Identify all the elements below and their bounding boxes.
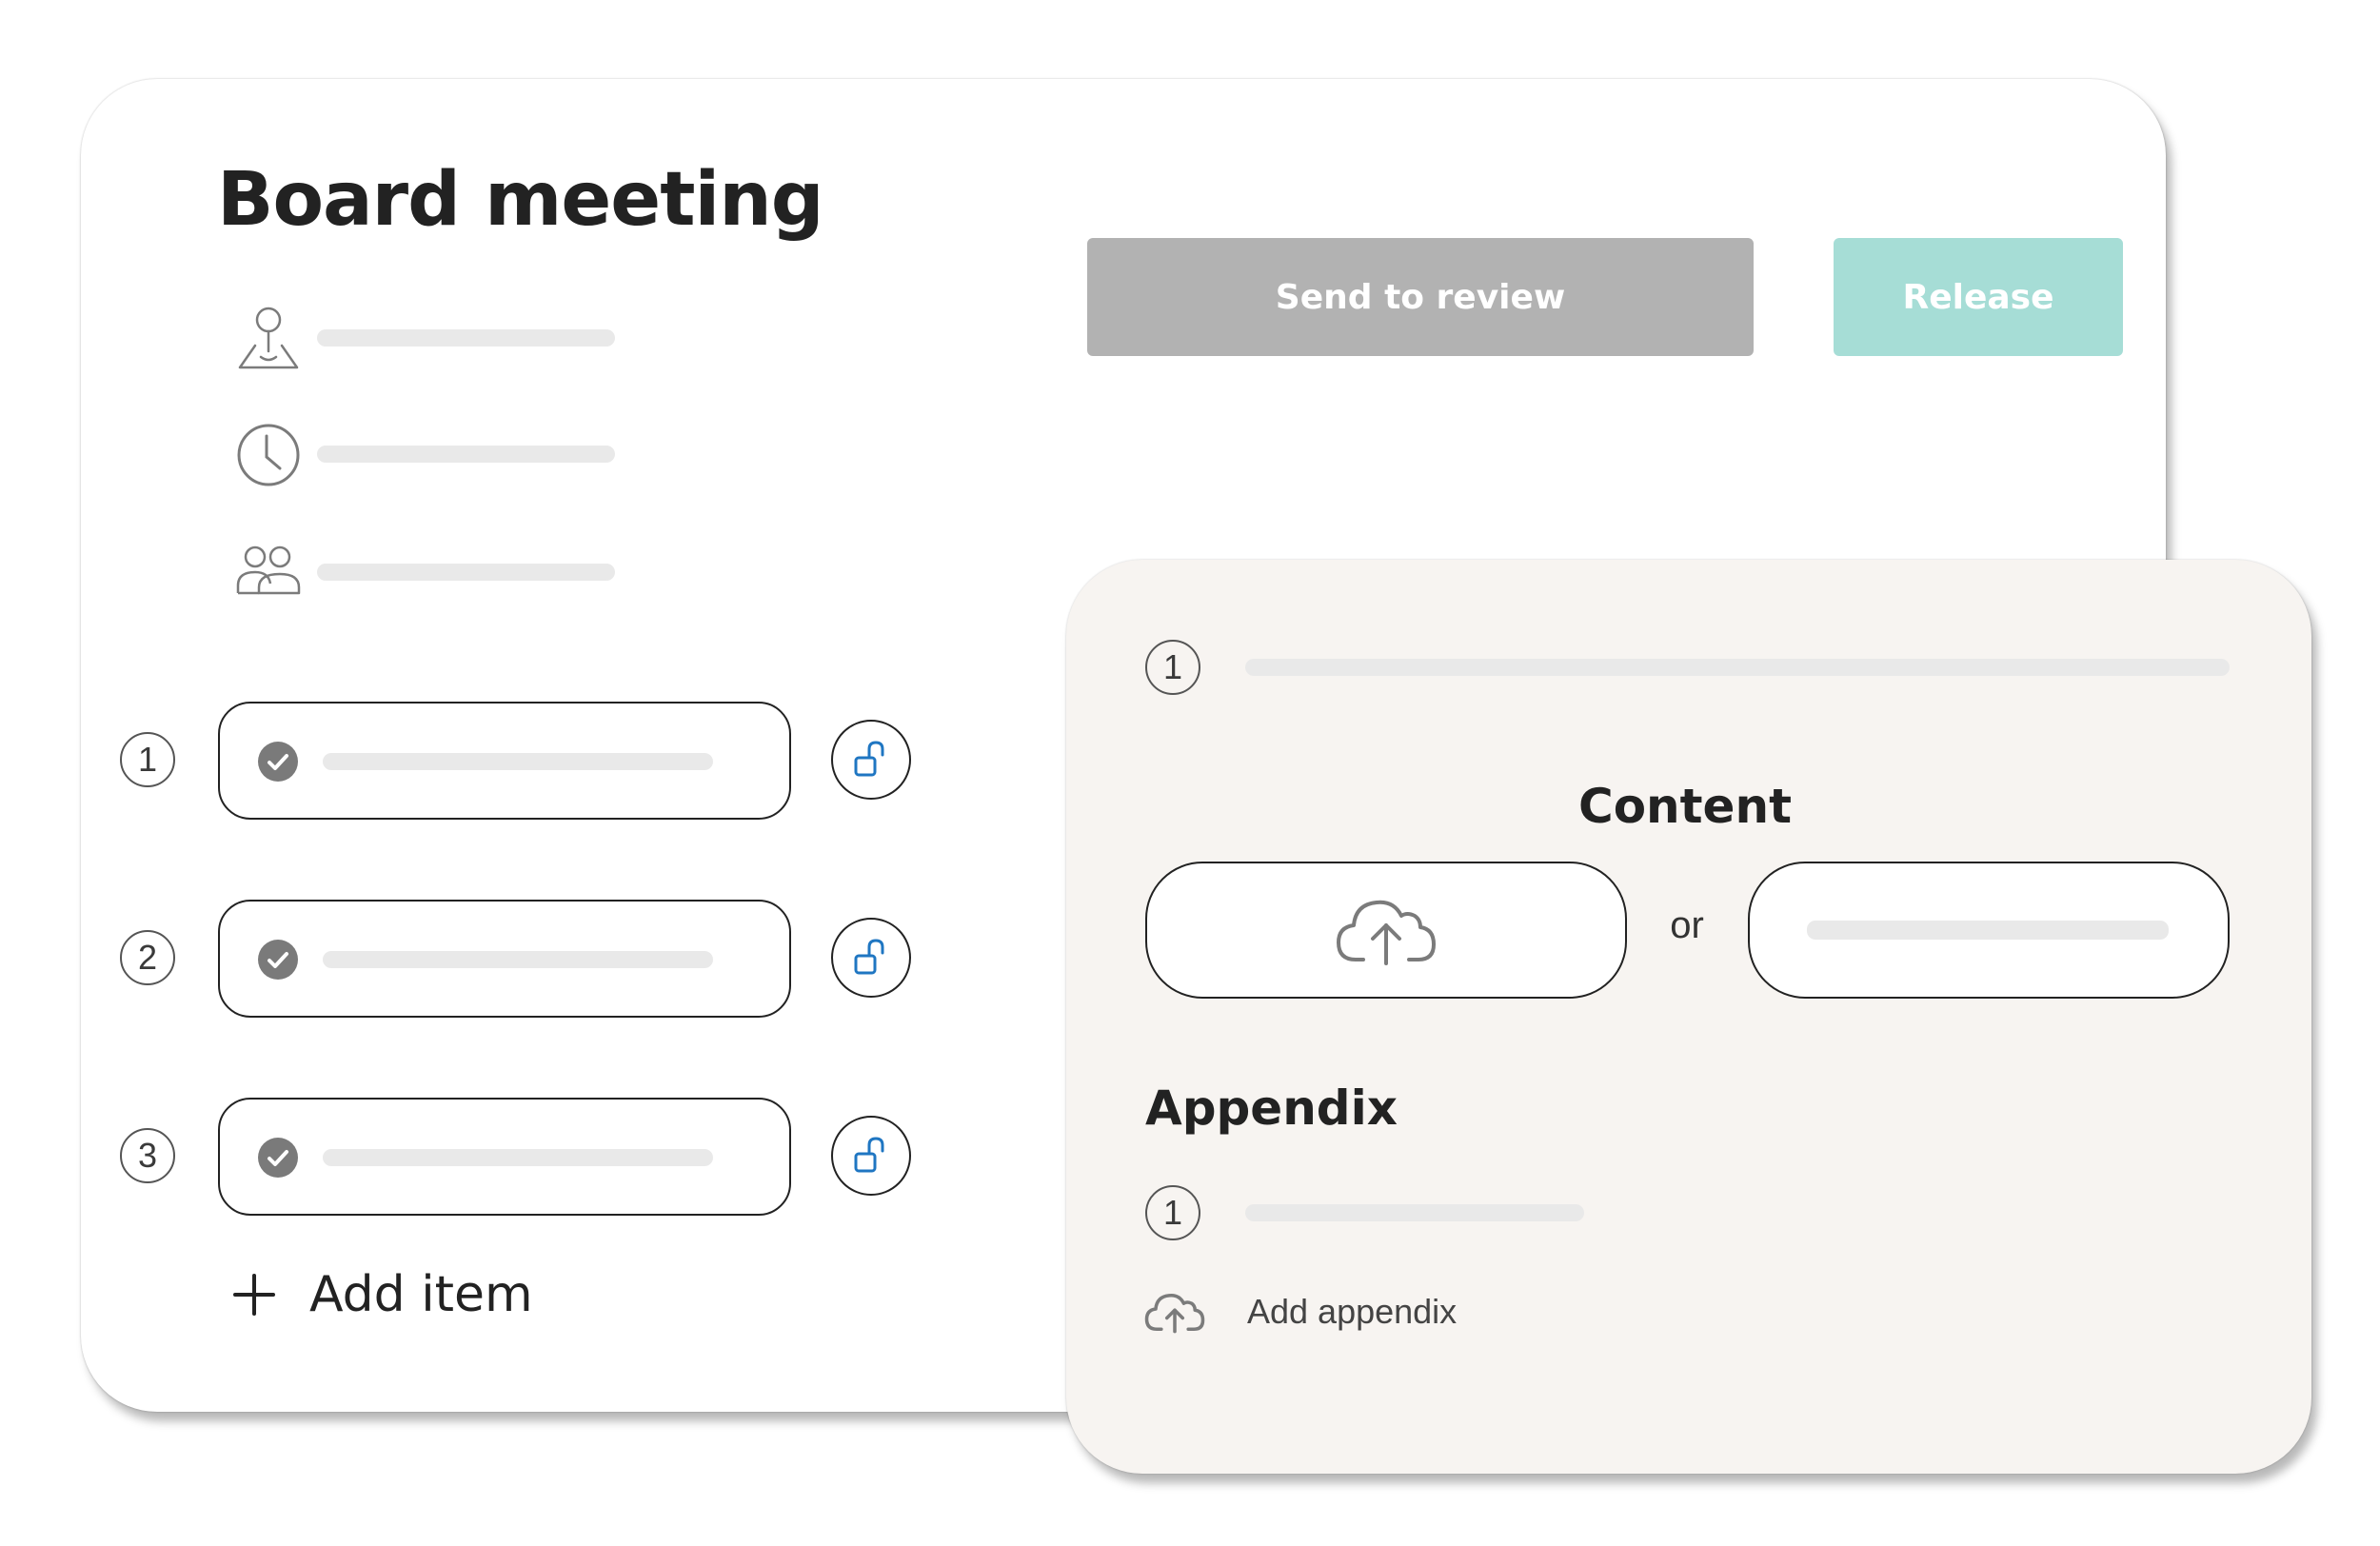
- content-link-input[interactable]: [1748, 862, 2230, 999]
- check-icon: [258, 940, 298, 980]
- add-appendix-label: Add appendix: [1247, 1292, 1458, 1331]
- agenda-item-placeholder: [323, 1149, 713, 1166]
- release-button[interactable]: Release: [1834, 238, 2123, 356]
- agenda-item-field[interactable]: [218, 1098, 791, 1216]
- detail-item-number: 1: [1145, 640, 1200, 695]
- appendix-item-number: 1: [1145, 1185, 1200, 1240]
- agenda-item-field[interactable]: [218, 900, 791, 1018]
- detail-item-title-placeholder: [1245, 659, 2230, 676]
- plus-icon: [233, 1274, 275, 1316]
- content-link-placeholder: [1807, 921, 2169, 940]
- unlock-icon: [854, 1137, 884, 1173]
- upload-content-button[interactable]: [1145, 862, 1627, 999]
- appendix-item-placeholder: [1245, 1204, 1584, 1221]
- content-heading: Content: [1578, 779, 1792, 834]
- page-title: Board meeting: [217, 157, 824, 243]
- time-placeholder: [317, 446, 615, 463]
- participants-icon: [232, 536, 305, 608]
- location-pin-icon: [232, 300, 305, 372]
- send-to-review-button[interactable]: Send to review: [1087, 238, 1754, 356]
- or-separator: or: [1670, 904, 1704, 946]
- agenda-item-placeholder: [323, 951, 713, 968]
- participants-placeholder: [317, 564, 615, 581]
- agenda-item-number: 3: [120, 1128, 175, 1183]
- agenda-item-number: 2: [120, 930, 175, 985]
- agenda-item-field[interactable]: [218, 702, 791, 820]
- agenda-item-number: 1: [120, 732, 175, 787]
- cloud-upload-icon: [1144, 1294, 1205, 1334]
- add-item-label: Add item: [309, 1266, 533, 1323]
- check-icon: [258, 742, 298, 782]
- unlock-button[interactable]: [831, 918, 911, 998]
- add-item-button[interactable]: Add item: [231, 1264, 533, 1325]
- add-appendix-button[interactable]: Add appendix: [1144, 1285, 1457, 1338]
- unlock-button[interactable]: [831, 720, 911, 800]
- agenda-item-placeholder: [323, 753, 713, 770]
- unlock-button[interactable]: [831, 1116, 911, 1196]
- unlock-icon: [854, 741, 884, 777]
- location-placeholder: [317, 329, 615, 347]
- check-icon: [258, 1138, 298, 1178]
- cloud-upload-icon: [1337, 900, 1436, 965]
- appendix-heading: Appendix: [1145, 1080, 1398, 1136]
- clock-icon: [232, 419, 305, 491]
- unlock-icon: [854, 939, 884, 975]
